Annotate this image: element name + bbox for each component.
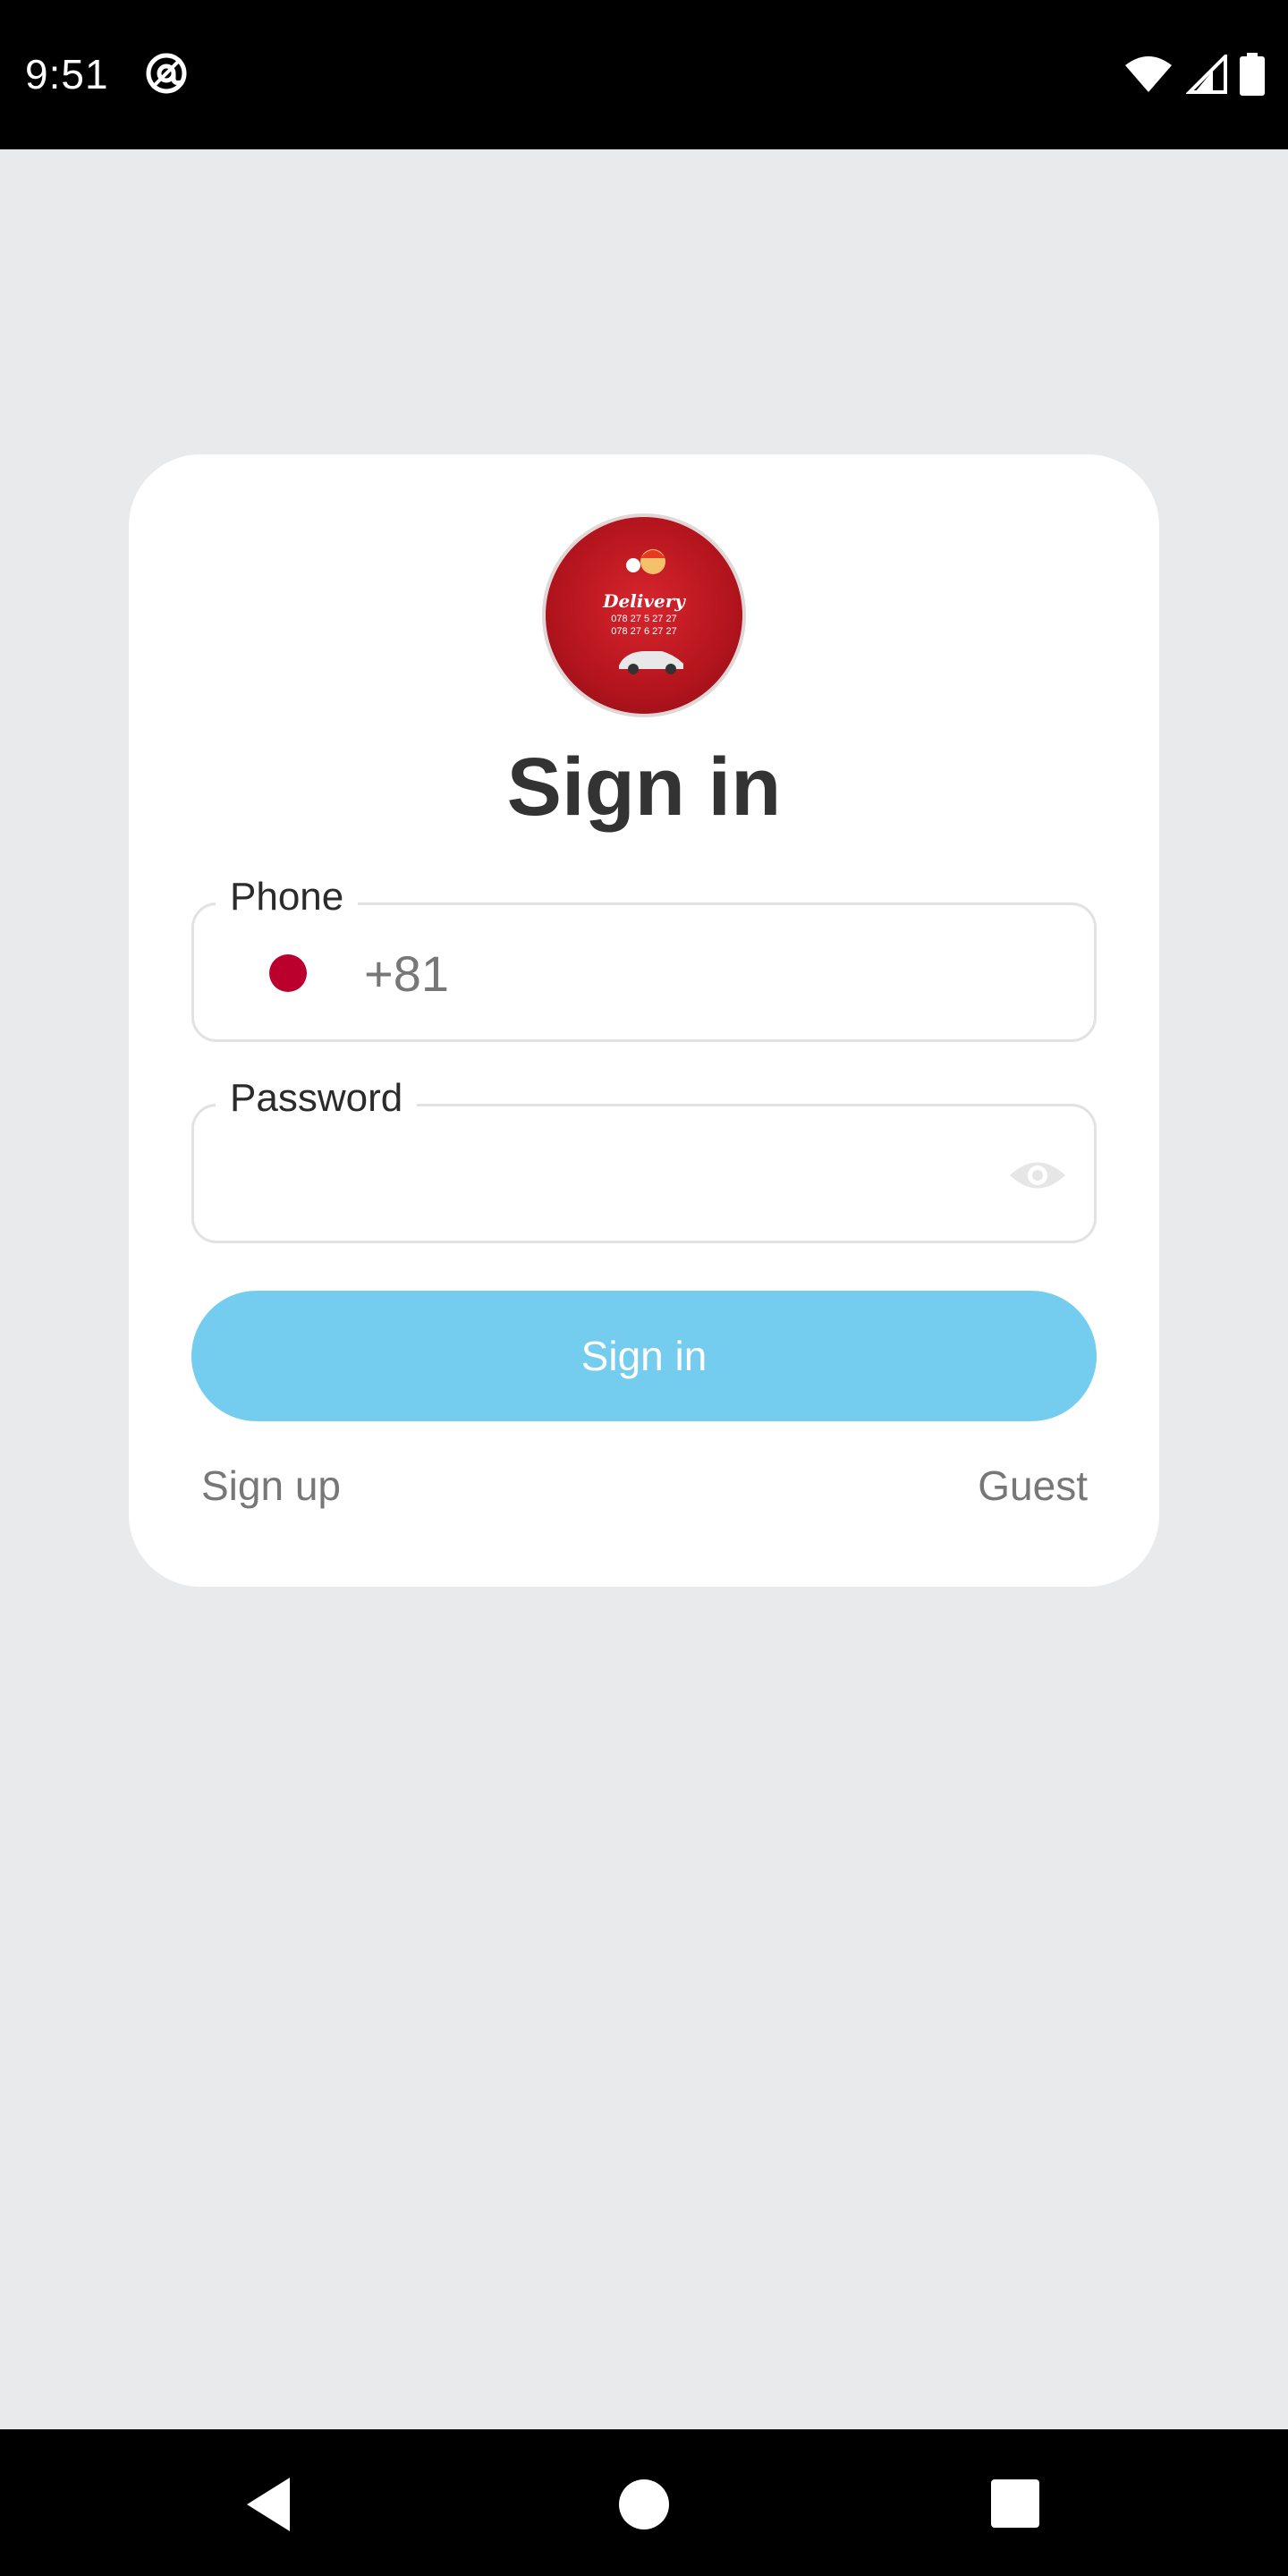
screen-content: Delivery 078 27 5 27 27 078 27 6 27 27 S… [0, 149, 1288, 2429]
status-time: 9:51 [25, 51, 109, 97]
guest-link[interactable]: Guest [978, 1462, 1088, 1510]
status-bar: 9:51 [0, 0, 1288, 149]
logo-title: Delivery [603, 590, 685, 612]
signin-card: Delivery 078 27 5 27 27 078 27 6 27 27 S… [129, 454, 1159, 1587]
delivery-mascot-icon [626, 549, 665, 574]
back-icon[interactable] [243, 2476, 293, 2533]
logo-phone-1: 078 27 5 27 27 [611, 614, 677, 624]
japan-flag-icon[interactable] [269, 954, 307, 992]
phone-field[interactable]: Phone +81 [191, 875, 1097, 1042]
password-field-label: Password [216, 1076, 418, 1121]
status-icons [1123, 52, 1265, 97]
page-title: Sign in [506, 741, 782, 833]
phone-country-code: +81 [364, 945, 449, 1002]
wifi-icon [1125, 56, 1172, 92]
home-icon[interactable] [619, 2479, 669, 2529]
sync-at-icon [146, 53, 187, 94]
phone-field-label: Phone [216, 875, 359, 919]
signin-button[interactable]: Sign in [191, 1291, 1097, 1421]
car-icon [619, 651, 683, 674]
eye-icon[interactable] [1008, 1157, 1067, 1194]
cell-signal-icon [1186, 55, 1227, 94]
navigation-bar [0, 2429, 1288, 2576]
logo-phone-2: 078 27 6 27 27 [611, 626, 677, 637]
app-logo: Delivery 078 27 5 27 27 078 27 6 27 27 [542, 513, 746, 717]
battery-icon [1240, 53, 1265, 96]
recents-icon[interactable] [991, 2479, 1039, 2528]
signup-link[interactable]: Sign up [201, 1462, 341, 1510]
password-field[interactable]: Password [191, 1076, 1097, 1243]
